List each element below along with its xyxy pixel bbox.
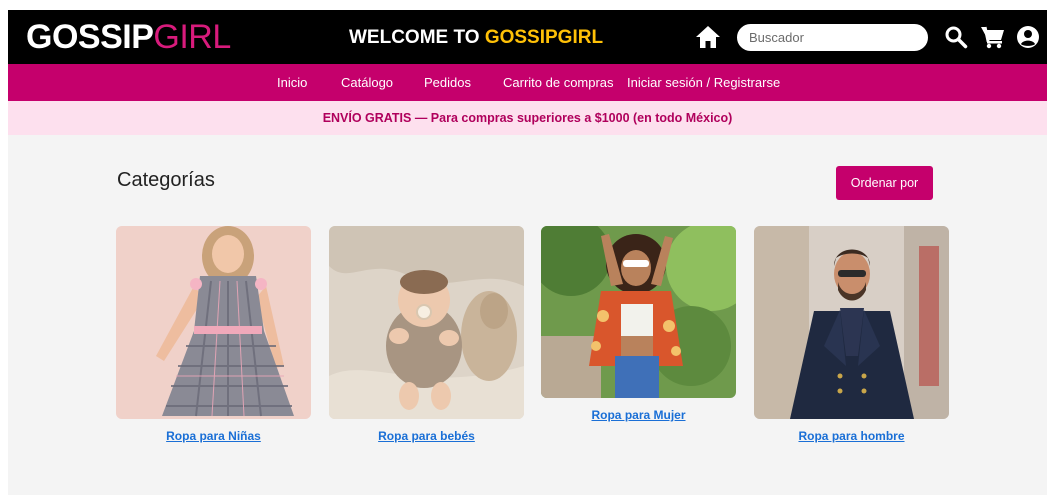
category-link-men[interactable]: Ropa para hombre <box>754 429 949 443</box>
user-icon[interactable] <box>1016 25 1040 49</box>
category-image-girls[interactable] <box>116 226 311 419</box>
welcome-brand: GOSSIPGIRL <box>484 27 604 48</box>
category-image-men[interactable] <box>754 226 949 419</box>
category-link-women[interactable]: Ropa para Mujer <box>541 408 736 422</box>
sort-button[interactable]: Ordenar por <box>836 166 933 200</box>
promo-text: ENVÍO GRATIS — Para compras superiores a… <box>322 111 733 125</box>
category-link-girls[interactable]: Ropa para Niñas <box>116 429 311 443</box>
nav-item-pedidos[interactable]: Pedidos <box>424 75 471 90</box>
search-icon[interactable] <box>944 25 968 49</box>
home-icon[interactable] <box>695 24 721 50</box>
top-header: GOSSIPGIRL WELCOME TO GOSSIPGIRL <box>8 10 1047 64</box>
category-image-babies[interactable] <box>329 226 524 419</box>
page-title: Categorías <box>117 169 215 191</box>
category-image-women[interactable] <box>541 226 736 398</box>
search-input[interactable] <box>737 24 928 51</box>
welcome-prefix: WELCOME TO <box>349 27 485 48</box>
cart-icon[interactable] <box>980 25 1006 49</box>
logo-part-gossip: GOSSIP <box>26 18 154 56</box>
main-nav: Inicio Catálogo Pedidos Carrito de compr… <box>8 64 1047 101</box>
nav-item-inicio[interactable]: Inicio <box>277 75 307 90</box>
nav-item-catalogo[interactable]: Catálogo <box>341 75 393 90</box>
promo-banner: ENVÍO GRATIS — Para compras superiores a… <box>8 101 1047 135</box>
welcome-banner: WELCOME TO GOSSIPGIRL <box>349 27 603 49</box>
logo-part-girl: GIRL <box>153 18 231 56</box>
nav-item-carrito[interactable]: Carrito de compras <box>503 75 614 90</box>
brand-logo[interactable]: GOSSIPGIRL <box>26 19 231 55</box>
nav-item-login[interactable]: Iniciar sesión / Registrarse <box>627 75 780 90</box>
category-link-babies[interactable]: Ropa para bebés <box>329 429 524 443</box>
